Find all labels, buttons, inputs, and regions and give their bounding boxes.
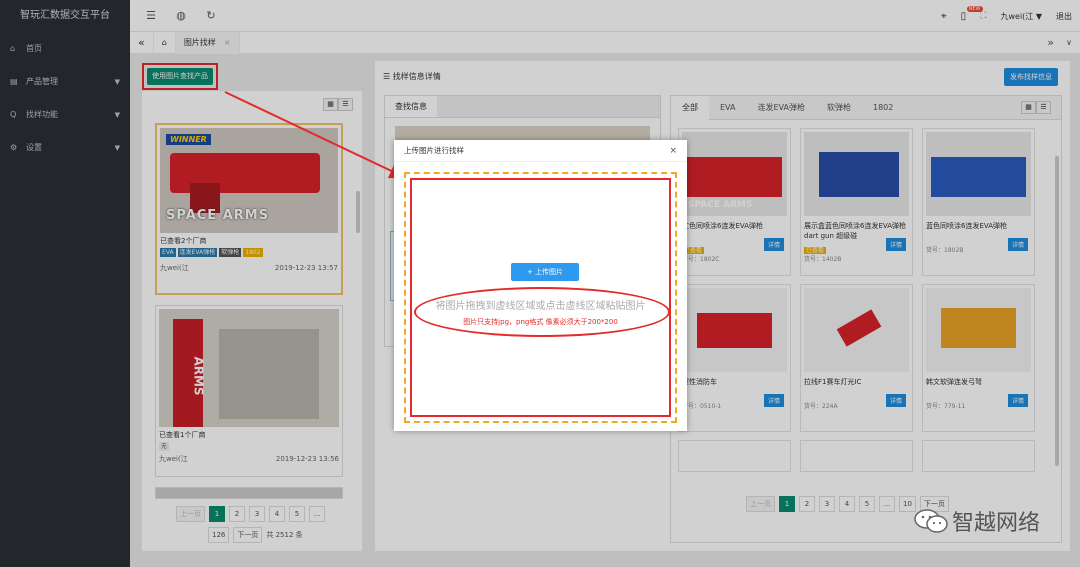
- drop-zone[interactable]: + 上传图片 将图片拖拽到虚线区域或点击虚线区域粘贴图片 图片只支持jpg，pn…: [404, 172, 677, 423]
- highlight-box: + 上传图片 将图片拖拽到虚线区域或点击虚线区域粘贴图片 图片只支持jpg，pn…: [410, 178, 671, 417]
- upload-button[interactable]: + 上传图片: [511, 263, 579, 281]
- watermark: 智越网络: [914, 505, 1040, 537]
- upload-modal: 上传图片进行找样 × + 上传图片 将图片拖拽到虚线区域或点击虚线区域粘贴图片 …: [394, 140, 687, 431]
- close-icon[interactable]: ×: [669, 140, 677, 162]
- highlight-ellipse: [414, 287, 670, 337]
- modal-title: 上传图片进行找样: [404, 146, 464, 155]
- app-root: 智玩汇数据交互平台 ⌂ 首页 ▤ 产品管理 ▼ Q 找样功能 ▼ ⚙ 设置 ▼ …: [0, 0, 1080, 567]
- wechat-icon: [914, 509, 948, 533]
- modal-header: 上传图片进行找样 ×: [394, 140, 687, 162]
- watermark-text: 智越网络: [951, 511, 1040, 536]
